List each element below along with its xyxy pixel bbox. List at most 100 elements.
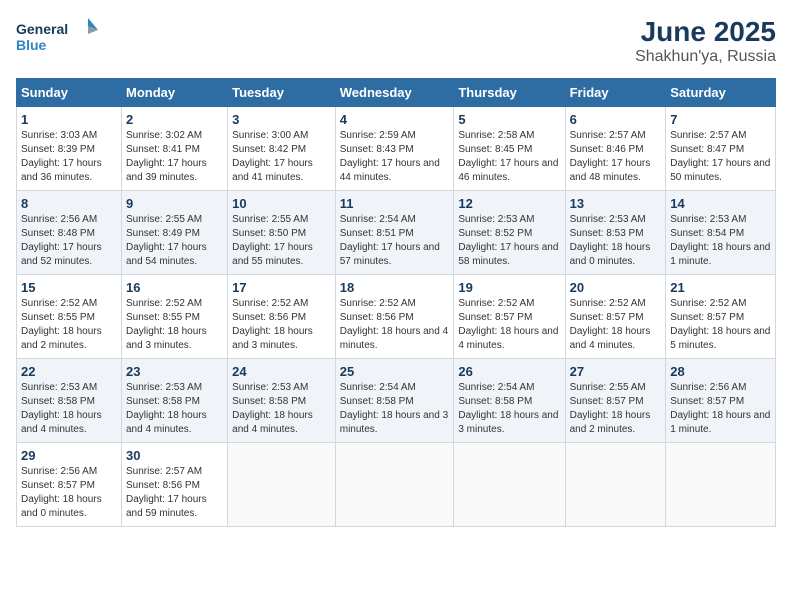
day-number: 18 bbox=[340, 280, 450, 295]
day-info: Sunrise: 2:52 AM Sunset: 8:57 PM Dayligh… bbox=[458, 297, 560, 353]
day-cell: 17 Sunrise: 2:52 AM Sunset: 8:56 PM Dayli… bbox=[228, 275, 336, 359]
day-info: Sunrise: 2:56 AM Sunset: 8:48 PM Dayligh… bbox=[21, 213, 117, 269]
day-cell: 23 Sunrise: 2:53 AM Sunset: 8:58 PM Dayli… bbox=[121, 359, 227, 443]
day-info: Sunrise: 2:55 AM Sunset: 8:49 PM Dayligh… bbox=[126, 213, 223, 269]
header: General Blue June 2025 Shakhun'ya, Russi… bbox=[16, 16, 776, 66]
day-number: 19 bbox=[458, 280, 560, 295]
day-cell: 13Sunrise: 2:53 AM Sunset: 8:53 PM Dayli… bbox=[565, 191, 666, 275]
day-number: 15 bbox=[21, 280, 117, 295]
day-info: Sunrise: 3:02 AM Sunset: 8:41 PM Dayligh… bbox=[126, 129, 223, 185]
day-info: Sunrise: 2:53 AM Sunset: 8:58 PM Dayligh… bbox=[21, 381, 117, 437]
day-info: Sunrise: 2:52 AM Sunset: 8:57 PM Dayligh… bbox=[670, 297, 771, 353]
day-info: Sunrise: 2:58 AM Sunset: 8:45 PM Dayligh… bbox=[458, 129, 560, 185]
day-cell: 22 Sunrise: 2:53 AM Sunset: 8:58 PM Dayli… bbox=[17, 359, 122, 443]
header-day: Thursday bbox=[454, 79, 565, 107]
day-cell: 25 Sunrise: 2:54 AM Sunset: 8:58 PM Dayli… bbox=[335, 359, 454, 443]
day-cell: 28Sunrise: 2:56 AM Sunset: 8:57 PM Dayli… bbox=[666, 359, 776, 443]
day-number: 25 bbox=[340, 364, 450, 379]
week-row: 29Sunrise: 2:56 AM Sunset: 8:57 PM Dayli… bbox=[17, 443, 776, 527]
day-info: Sunrise: 2:52 AM Sunset: 8:56 PM Dayligh… bbox=[340, 297, 450, 353]
logo: General Blue bbox=[16, 16, 106, 56]
day-cell: 3 Sunrise: 3:00 AM Sunset: 8:42 PM Daylig… bbox=[228, 107, 336, 191]
day-number: 4 bbox=[340, 112, 450, 127]
day-number: 5 bbox=[458, 112, 560, 127]
day-number: 1 bbox=[21, 112, 117, 127]
day-cell: 19 Sunrise: 2:52 AM Sunset: 8:57 PM Dayli… bbox=[454, 275, 565, 359]
day-cell bbox=[228, 443, 336, 527]
day-cell: 12 Sunrise: 2:53 AM Sunset: 8:52 PM Dayli… bbox=[454, 191, 565, 275]
day-info: Sunrise: 2:53 AM Sunset: 8:52 PM Dayligh… bbox=[458, 213, 560, 269]
calendar-table: SundayMondayTuesdayWednesdayThursdayFrid… bbox=[16, 78, 776, 527]
day-number: 13 bbox=[570, 196, 662, 211]
day-number: 14 bbox=[670, 196, 771, 211]
day-info: Sunrise: 3:03 AM Sunset: 8:39 PM Dayligh… bbox=[21, 129, 117, 185]
day-info: Sunrise: 2:57 AM Sunset: 8:46 PM Dayligh… bbox=[570, 129, 662, 185]
day-number: 11 bbox=[340, 196, 450, 211]
day-cell: 24 Sunrise: 2:53 AM Sunset: 8:58 PM Dayli… bbox=[228, 359, 336, 443]
day-cell: 29Sunrise: 2:56 AM Sunset: 8:57 PM Dayli… bbox=[17, 443, 122, 527]
day-info: Sunrise: 2:59 AM Sunset: 8:43 PM Dayligh… bbox=[340, 129, 450, 185]
day-number: 12 bbox=[458, 196, 560, 211]
day-number: 6 bbox=[570, 112, 662, 127]
week-row: 1 Sunrise: 3:03 AM Sunset: 8:39 PM Daylig… bbox=[17, 107, 776, 191]
day-info: Sunrise: 2:53 AM Sunset: 8:58 PM Dayligh… bbox=[126, 381, 223, 437]
day-info: Sunrise: 2:53 AM Sunset: 8:58 PM Dayligh… bbox=[232, 381, 331, 437]
day-cell: 30 Sunrise: 2:57 AM Sunset: 8:56 PM Dayli… bbox=[121, 443, 227, 527]
day-cell bbox=[335, 443, 454, 527]
day-cell: 26 Sunrise: 2:54 AM Sunset: 8:58 PM Dayli… bbox=[454, 359, 565, 443]
day-number: 30 bbox=[126, 448, 223, 463]
day-number: 27 bbox=[570, 364, 662, 379]
day-number: 10 bbox=[232, 196, 331, 211]
day-info: Sunrise: 2:57 AM Sunset: 8:56 PM Dayligh… bbox=[126, 465, 223, 521]
day-number: 17 bbox=[232, 280, 331, 295]
day-number: 24 bbox=[232, 364, 331, 379]
day-cell: 27Sunrise: 2:55 AM Sunset: 8:57 PM Dayli… bbox=[565, 359, 666, 443]
day-cell bbox=[565, 443, 666, 527]
svg-text:General: General bbox=[16, 21, 68, 37]
header-day: Friday bbox=[565, 79, 666, 107]
header-day: Wednesday bbox=[335, 79, 454, 107]
svg-text:Blue: Blue bbox=[16, 37, 47, 53]
day-info: Sunrise: 2:54 AM Sunset: 8:58 PM Dayligh… bbox=[340, 381, 450, 437]
day-info: Sunrise: 2:54 AM Sunset: 8:51 PM Dayligh… bbox=[340, 213, 450, 269]
main-title: June 2025 bbox=[635, 16, 776, 48]
day-info: Sunrise: 2:57 AM Sunset: 8:47 PM Dayligh… bbox=[670, 129, 771, 185]
title-area: June 2025 Shakhun'ya, Russia bbox=[635, 16, 776, 66]
day-info: Sunrise: 2:52 AM Sunset: 8:55 PM Dayligh… bbox=[126, 297, 223, 353]
day-info: Sunrise: 2:52 AM Sunset: 8:57 PM Dayligh… bbox=[570, 297, 662, 353]
day-number: 23 bbox=[126, 364, 223, 379]
day-info: Sunrise: 2:52 AM Sunset: 8:55 PM Dayligh… bbox=[21, 297, 117, 353]
day-cell: 11 Sunrise: 2:54 AM Sunset: 8:51 PM Dayli… bbox=[335, 191, 454, 275]
day-cell: 8 Sunrise: 2:56 AM Sunset: 8:48 PM Daylig… bbox=[17, 191, 122, 275]
header-day: Monday bbox=[121, 79, 227, 107]
day-number: 29 bbox=[21, 448, 117, 463]
day-number: 21 bbox=[670, 280, 771, 295]
header-day: Saturday bbox=[666, 79, 776, 107]
day-cell: 18 Sunrise: 2:52 AM Sunset: 8:56 PM Dayli… bbox=[335, 275, 454, 359]
logo-svg: General Blue bbox=[16, 16, 106, 56]
week-row: 15 Sunrise: 2:52 AM Sunset: 8:55 PM Dayli… bbox=[17, 275, 776, 359]
subtitle: Shakhun'ya, Russia bbox=[635, 48, 776, 66]
day-number: 22 bbox=[21, 364, 117, 379]
day-cell: 20Sunrise: 2:52 AM Sunset: 8:57 PM Dayli… bbox=[565, 275, 666, 359]
day-number: 8 bbox=[21, 196, 117, 211]
day-cell: 10 Sunrise: 2:55 AM Sunset: 8:50 PM Dayli… bbox=[228, 191, 336, 275]
day-number: 3 bbox=[232, 112, 331, 127]
day-cell: 6 Sunrise: 2:57 AM Sunset: 8:46 PM Daylig… bbox=[565, 107, 666, 191]
day-number: 7 bbox=[670, 112, 771, 127]
day-number: 16 bbox=[126, 280, 223, 295]
day-info: Sunrise: 3:00 AM Sunset: 8:42 PM Dayligh… bbox=[232, 129, 331, 185]
header-row: SundayMondayTuesdayWednesdayThursdayFrid… bbox=[17, 79, 776, 107]
day-cell bbox=[454, 443, 565, 527]
day-cell: 2Sunrise: 3:02 AM Sunset: 8:41 PM Daylig… bbox=[121, 107, 227, 191]
day-info: Sunrise: 2:55 AM Sunset: 8:50 PM Dayligh… bbox=[232, 213, 331, 269]
day-number: 9 bbox=[126, 196, 223, 211]
day-info: Sunrise: 2:52 AM Sunset: 8:56 PM Dayligh… bbox=[232, 297, 331, 353]
day-cell: 16 Sunrise: 2:52 AM Sunset: 8:55 PM Dayli… bbox=[121, 275, 227, 359]
day-cell: 1 Sunrise: 3:03 AM Sunset: 8:39 PM Daylig… bbox=[17, 107, 122, 191]
day-cell: 15 Sunrise: 2:52 AM Sunset: 8:55 PM Dayli… bbox=[17, 275, 122, 359]
day-number: 26 bbox=[458, 364, 560, 379]
day-cell: 9 Sunrise: 2:55 AM Sunset: 8:49 PM Daylig… bbox=[121, 191, 227, 275]
day-cell: 4 Sunrise: 2:59 AM Sunset: 8:43 PM Daylig… bbox=[335, 107, 454, 191]
day-info: Sunrise: 2:54 AM Sunset: 8:58 PM Dayligh… bbox=[458, 381, 560, 437]
